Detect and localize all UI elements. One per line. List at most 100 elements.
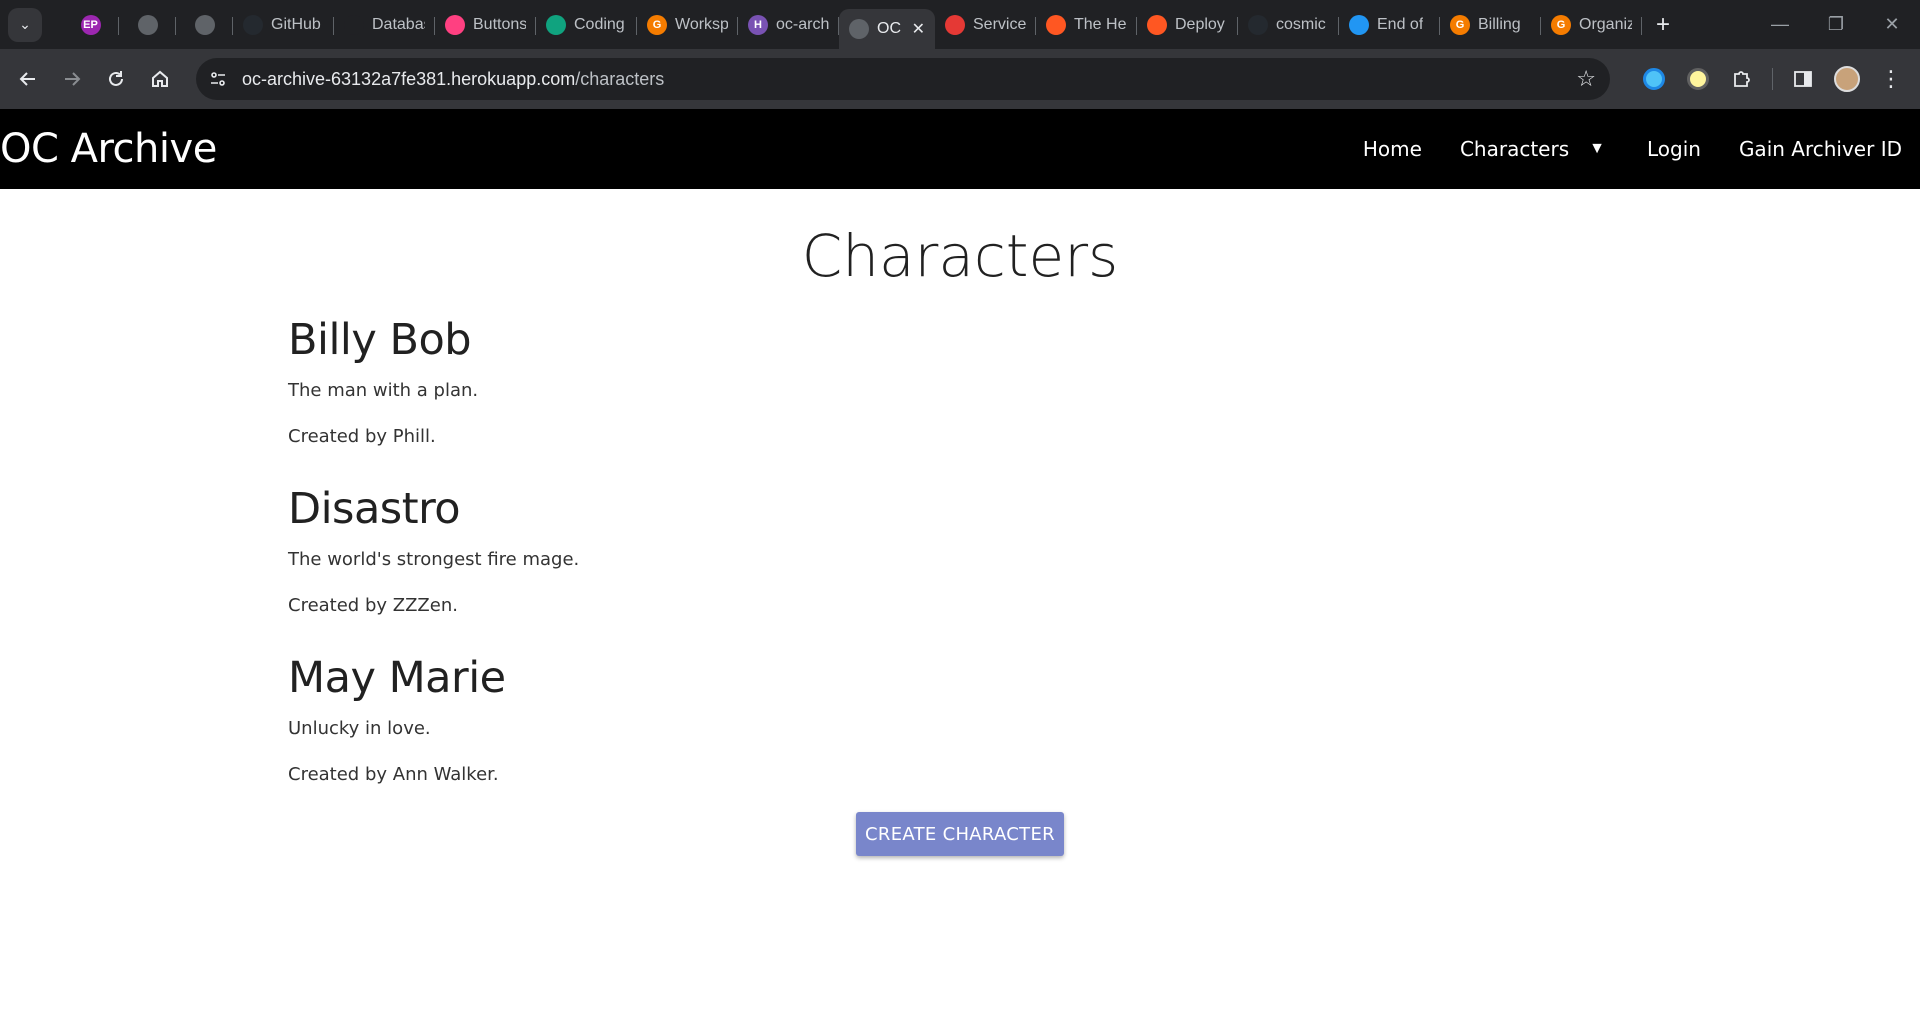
browser-tab[interactable]: G Workspace (637, 7, 738, 43)
browser-toolbar: oc-archive-63132a7fe381.herokuapp.com/ch… (0, 49, 1920, 109)
browser-tab[interactable]: End of (1339, 7, 1440, 43)
profile-avatar[interactable] (1825, 57, 1869, 101)
tab-title: cosmic (1276, 15, 1326, 33)
site-navbar: OC Archive Home Characters ▼ Login Gain … (0, 109, 1920, 189)
character-description: The world's strongest fire mage. (288, 549, 580, 570)
github-favicon-icon (1248, 14, 1268, 35)
globe-favicon-icon (137, 14, 158, 35)
browser-tab[interactable] (176, 7, 233, 43)
browser-tab[interactable]: Services (935, 7, 1036, 43)
tab-title: OC (877, 20, 901, 37)
window-controls: — ❐ ✕ (1752, 0, 1920, 49)
arrow-left-icon (19, 72, 35, 86)
tab-title: oc-archive (776, 15, 829, 33)
url-path: /characters (575, 68, 665, 89)
browser-tab[interactable]: OC ✕ (839, 9, 935, 49)
close-window-button[interactable]: ✕ (1864, 0, 1920, 49)
side-panel-icon[interactable] (1781, 57, 1825, 101)
home-icon (152, 70, 168, 87)
character-name: Disastro (288, 484, 461, 534)
browser-tab[interactable]: Deploy (1137, 7, 1238, 43)
extensions-puzzle-icon[interactable] (1720, 57, 1764, 101)
tab-title: Billing (1478, 15, 1521, 33)
tab-title: Coding (574, 15, 625, 33)
crab-favicon-icon (945, 14, 965, 35)
more-menu-icon[interactable]: ⋮ (1869, 57, 1913, 101)
tab-title: End of (1377, 15, 1424, 33)
character-card: Disastro The world's strongest fire mage… (288, 479, 1588, 648)
browser-tab[interactable]: Coding (536, 7, 637, 43)
extension-diamond-icon[interactable] (1632, 57, 1676, 101)
new-tab-button[interactable]: + (1656, 11, 1670, 39)
browser-tab[interactable]: Buttons (435, 7, 536, 43)
minimize-button[interactable]: — (1752, 0, 1808, 49)
caret-down-icon[interactable]: ▼ (1589, 140, 1605, 158)
create-character-button[interactable]: CREATE CHARACTER (856, 812, 1064, 856)
site-info-button[interactable] (200, 61, 236, 97)
hat-favicon-icon (1349, 14, 1369, 35)
tab-title: The Heroku (1074, 15, 1127, 33)
extension-bulb-icon[interactable] (1676, 57, 1720, 101)
globe-favicon-icon (194, 14, 215, 35)
G-favicon-icon: G (1551, 14, 1571, 35)
site-brand[interactable]: OC Archive (0, 126, 217, 172)
globe-favicon-icon (849, 19, 869, 39)
G-favicon-icon: G (647, 14, 667, 35)
tab-title: Database (372, 15, 425, 33)
browser-tab[interactable] (119, 7, 176, 43)
page-title: Characters (801, 222, 1119, 290)
tab-title: Services (973, 15, 1026, 33)
url-text: oc-archive-63132a7fe381.herokuapp.com/ch… (242, 69, 664, 90)
restore-button[interactable]: ❐ (1808, 0, 1864, 49)
browser-tab[interactable]: Database (334, 7, 435, 43)
home-button[interactable] (138, 57, 182, 101)
openai-favicon-icon (546, 14, 566, 35)
EP-favicon-icon: EP (80, 14, 101, 35)
character-card: Billy Bob The man with a plan. Created b… (288, 310, 1588, 479)
forward-button[interactable] (50, 57, 94, 101)
browser-tab[interactable]: cosmic (1238, 7, 1339, 43)
back-button[interactable] (6, 57, 50, 101)
character-creator: Created by Phill. (288, 426, 436, 447)
character-description: Unlucky in love. (288, 718, 431, 739)
character-name: Billy Bob (288, 315, 472, 365)
nav-login-link[interactable]: Login (1647, 137, 1701, 161)
address-bar[interactable]: oc-archive-63132a7fe381.herokuapp.com/ch… (196, 58, 1610, 100)
reload-button[interactable] (94, 57, 138, 101)
tab-search-button[interactable]: ⌄ (8, 7, 42, 42)
browser-tabstrip: ⌄ EP GitHub Database Buttons Coding G Workspac… (0, 0, 1920, 49)
toolbar-divider (1772, 68, 1773, 90)
github-favicon-icon (243, 14, 263, 35)
browser-tab[interactable]: G Organization (1541, 7, 1642, 43)
tab-title: Organization (1579, 15, 1632, 33)
tune-icon (211, 72, 225, 86)
browser-tab[interactable]: EP (62, 7, 119, 43)
chevron-down-icon: ⌄ (19, 16, 31, 32)
extensions-area: ⋮ (1632, 57, 1913, 101)
H-favicon-icon: H (748, 14, 768, 35)
reload-icon (109, 71, 123, 86)
character-creator: Created by ZZZen. (288, 595, 458, 616)
tab-title: Buttons (473, 15, 526, 33)
close-tab-icon[interactable]: ✕ (912, 19, 925, 39)
bookmark-star-icon[interactable]: ☆ (1576, 66, 1596, 92)
git-favicon-icon (344, 14, 364, 35)
arrow-right-icon (65, 72, 81, 86)
browser-tab[interactable]: G Billing (1440, 7, 1541, 43)
character-name: May Marie (288, 653, 506, 703)
m-favicon-icon (445, 14, 465, 35)
browser-tab[interactable]: GitHub (233, 7, 334, 43)
tab-title: Workspace (675, 15, 728, 33)
nav-links: Home Characters ▼ Login Gain Archiver ID (1363, 109, 1902, 189)
character-description: The man with a plan. (288, 380, 479, 401)
nav-gain-id-link[interactable]: Gain Archiver ID (1739, 137, 1902, 161)
character-list: Billy Bob The man with a plan. Created b… (288, 310, 1588, 817)
nav-home-link[interactable]: Home (1363, 137, 1422, 161)
tab-list: EP GitHub Database Buttons Coding G Workspace H… (62, 0, 1642, 49)
tab-title: GitHub (271, 15, 321, 33)
G-favicon-icon: G (1450, 14, 1470, 35)
nav-characters-link[interactable]: Characters (1460, 137, 1569, 161)
tab-title: Deploy (1175, 15, 1225, 33)
browser-tab[interactable]: Hoc-archive (738, 7, 839, 43)
browser-tab[interactable]: The Heroku (1036, 7, 1137, 43)
